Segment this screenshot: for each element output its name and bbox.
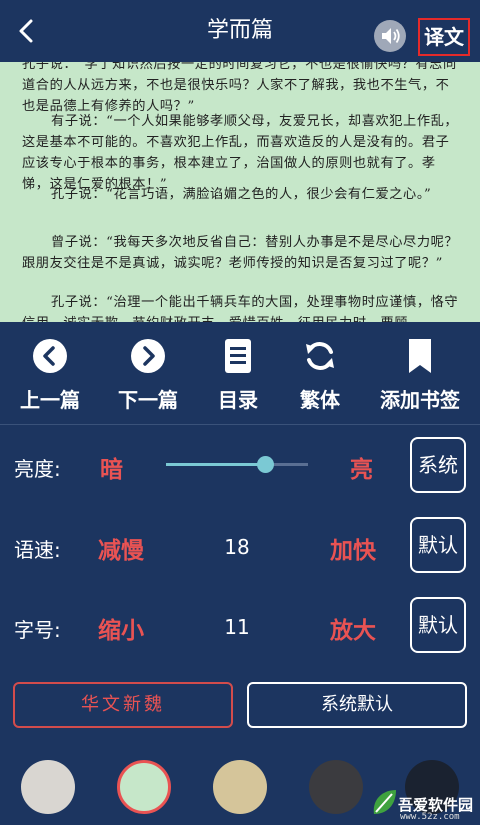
theme-swatch[interactable] [21,760,75,814]
bright-label: 亮 [350,457,373,483]
bookmark-icon [409,339,431,373]
speaker-icon[interactable] [374,20,406,52]
circle-chevron-right-icon [131,339,165,373]
watermark-url: www.52z.com [400,812,460,822]
refresh-icon [306,342,334,370]
speed-label: 语速: [14,538,61,562]
brightness-slider-handle[interactable] [257,456,275,473]
circle-chevron-left-icon [33,339,67,373]
brightness-slider[interactable] [166,463,308,466]
leaf-logo-icon [373,790,396,814]
bookmark-label: 添加书签 [380,388,460,412]
larger-button[interactable]: 放大 [330,611,376,645]
speed-value: 18 [224,535,250,559]
smaller-button[interactable]: 缩小 [98,611,144,645]
paragraph: 孔子说：“治理一个能出千辆兵车的大国，处理事物时应谨慎，恪守信用，诚实无欺，节约… [22,295,459,322]
divider [0,424,480,425]
system-brightness-button[interactable]: 系统 [410,437,466,493]
next-chapter-button[interactable]: 下一篇 [100,338,196,418]
theme-swatch[interactable] [117,760,171,814]
font-size-value: 11 [224,615,250,639]
default-font-size-button[interactable]: 默认 [410,597,466,653]
font-option-system[interactable]: 系统默认 [247,682,467,728]
traditional-button[interactable]: 繁体 [272,338,368,418]
reading-pane[interactable]: 孔子说：“学了知识然后按一定的时间复习它，不也是很愉快吗？有志同道合的人从远方来… [0,62,480,322]
paragraph: 曾子说：“我每天多次地反省自己：替别人办事是不是尽心尽力呢？跟朋友交往是不是真诚… [22,235,459,271]
default-speed-button[interactable]: 默认 [410,517,466,573]
font-option-huawen[interactable]: 华文新魏 [13,682,233,728]
reader-toolbar: 上一篇 下一篇 目录 繁体 添加书签 [0,322,480,422]
next-chapter-label: 下一篇 [118,388,178,412]
paragraph: 孔子说：“花言巧语，满脸谄媚之色的人，很少会有仁爱之心。” [51,187,432,202]
add-bookmark-button[interactable]: 添加书签 [372,338,468,418]
slower-button[interactable]: 减慢 [98,531,144,565]
font-size-label: 字号: [14,618,61,642]
dim-label: 暗 [100,457,123,483]
theme-swatch[interactable] [309,760,363,814]
prev-chapter-label: 上一篇 [20,388,80,412]
translate-button[interactable]: 译文 [418,18,470,56]
traditional-label: 繁体 [300,388,340,412]
watermark: 吾爱软件园 www.52z.com [362,780,480,825]
prev-chapter-button[interactable]: 上一篇 [2,338,98,418]
faster-button[interactable]: 加快 [330,531,376,565]
document-list-icon [225,339,251,373]
page-title: 学而篇 [206,18,273,43]
paragraph: 孔子说：“学了知识然后按一定的时间复习它，不也是很愉快吗？有志同道合的人从远方来… [22,62,457,114]
app-header: 学而篇 译文 [0,0,480,62]
brightness-label: 亮度: [14,457,61,481]
theme-swatch[interactable] [213,760,267,814]
brightness-slider-fill [166,463,266,466]
paragraph: 有子说：“一个人如果能够孝顺父母，友爱兄长，却喜欢犯上作乱，这是基本不可能的。不… [22,114,459,192]
